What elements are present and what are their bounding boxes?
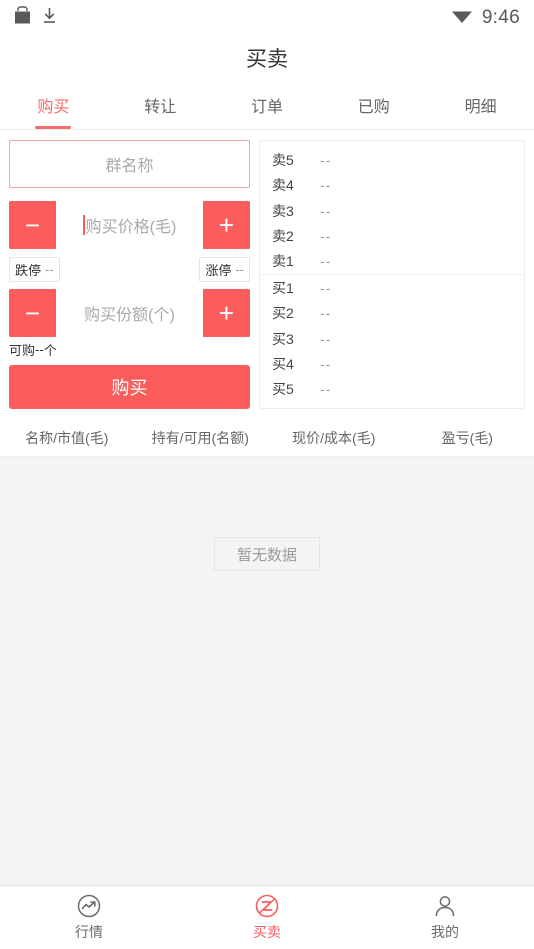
status-bar-left-icons [14,6,57,30]
trade-z-icon [254,893,280,919]
tab-purchased[interactable]: 已购 [320,80,427,129]
empty-state-label: 暂无数据 [213,537,320,571]
tab-purchased-label: 已购 [357,98,390,116]
order-book-row-value: -- [320,279,332,296]
price-decrement-button[interactable]: − [9,201,56,249]
available-unit: 个 [43,342,57,358]
order-book-row[interactable]: 买1 -- [260,275,524,300]
nav-item-market-label: 行情 [75,924,103,940]
shopping-bag-icon [14,6,31,30]
order-book-row[interactable]: 买3 -- [260,326,524,351]
order-book-row-label: 卖4 [272,177,294,194]
tab-buy-label: 购买 [37,98,70,116]
buy-submit-button[interactable]: 购买 [9,365,250,409]
text-caret [82,215,85,235]
order-book-row-label: 卖2 [272,227,294,244]
person-icon [432,893,458,919]
order-book-row-value: -- [320,381,332,398]
app-screen: 9:46 买卖 购买 转让 订单 已购 明细 群名称 − 购买价格(毛) + 跌… [0,0,534,949]
tab-transfer[interactable]: 转让 [107,80,214,129]
up-limit-value: -- [235,261,244,277]
order-book: 卖5 -- 卖4 -- 卖3 -- 卖2 -- 卖1 -- 买1 -- 买2 -… [259,140,525,409]
order-book-row-value: -- [320,227,332,244]
tab-active-underline [35,126,72,129]
order-book-row-value: -- [320,330,332,347]
column-header-held-available: 持有/可用(名额) [151,429,249,446]
order-book-row-value: -- [320,305,332,322]
column-header-price-cost: 现价/成本(毛) [292,429,376,446]
shares-input[interactable]: 购买份额(个) [56,289,203,337]
nav-item-profile-label: 我的 [431,924,459,940]
order-book-row-label: 卖5 [272,151,294,168]
order-book-row-label: 买5 [272,381,294,398]
order-book-row[interactable]: 买4 -- [260,351,524,376]
order-book-row-value: -- [320,177,332,194]
tab-details[interactable]: 明细 [427,80,534,129]
status-bar: 9:46 [0,0,534,36]
trade-form: 群名称 − 购买价格(毛) + 跌停 -- 涨停 -- − 购买份额(个) + … [9,140,250,409]
price-stepper: − 购买价格(毛) + [9,201,250,249]
shares-increment-button[interactable]: + [203,289,250,337]
holdings-table-header: 名称/市值(毛) 持有/可用(名额) 现价/成本(毛) 盈亏(毛) [0,419,534,457]
shares-decrement-button[interactable]: − [9,289,56,337]
nav-item-market[interactable]: 行情 [0,886,178,949]
order-book-row-label: 买1 [272,279,294,296]
up-limit-chip[interactable]: 涨停 -- [199,256,250,282]
group-name-input[interactable]: 群名称 [9,140,250,188]
order-book-row[interactable]: 买2 -- [260,300,524,325]
order-book-row-label: 买2 [272,305,294,322]
order-book-row-value: -- [320,202,332,219]
order-book-panel: 卖5 -- 卖4 -- 卖3 -- 卖2 -- 卖1 -- 买1 -- 买2 -… [259,140,525,409]
down-limit-label: 跌停 [15,262,42,278]
order-book-row[interactable]: 卖2 -- [260,223,524,248]
tab-orders-label: 订单 [250,98,283,116]
available-value: -- [35,341,44,357]
order-book-row[interactable]: 卖5 -- [260,147,524,172]
wifi-icon [451,8,473,29]
order-book-row-label: 卖1 [272,253,294,270]
order-book-row-label: 卖3 [272,202,294,219]
order-book-row[interactable]: 卖1 -- [260,249,524,276]
status-bar-clock: 9:46 [481,7,520,28]
group-name-placeholder: 群名称 [105,158,154,175]
price-limit-row: 跌停 -- 涨停 -- [9,253,250,285]
market-trend-icon [76,893,102,919]
up-limit-label: 涨停 [205,262,232,278]
tab-buy[interactable]: 购买 [0,80,107,129]
order-book-row[interactable]: 卖3 -- [260,198,524,223]
shares-stepper: − 购买份额(个) + [9,289,250,337]
order-book-row-label: 买4 [272,355,294,372]
order-book-row-value: -- [320,253,332,270]
tab-details-label: 明细 [464,98,497,116]
price-placeholder: 购买价格(毛) [85,219,177,236]
order-book-row-label: 买3 [272,330,294,347]
column-header-profit-loss: 盈亏(毛) [441,429,493,446]
bottom-navigation: 行情 买卖 我的 [0,885,534,949]
order-book-row-value: -- [320,151,332,168]
price-increment-button[interactable]: + [203,201,250,249]
available-label: 可购 [9,342,36,358]
trade-panel: 群名称 − 购买价格(毛) + 跌停 -- 涨停 -- − 购买份额(个) + … [0,130,534,419]
tab-bar: 购买 转让 订单 已购 明细 [0,80,534,130]
nav-item-trade[interactable]: 买卖 [178,886,356,949]
down-limit-chip[interactable]: 跌停 -- [9,256,60,282]
holdings-table-body: 暂无数据 [0,457,534,885]
page-title-bar: 买卖 [0,36,534,80]
price-input[interactable]: 购买价格(毛) [56,201,203,249]
down-limit-value: -- [45,261,54,277]
shares-placeholder: 购买份额(个) [84,307,175,324]
nav-item-profile[interactable]: 我的 [356,886,534,949]
order-book-row[interactable]: 卖4 -- [260,172,524,197]
status-bar-right: 9:46 [451,7,520,29]
available-quantity-row: 可购 -- 个 [9,337,250,361]
column-header-name-value: 名称/市值(毛) [25,429,109,446]
page-title: 买卖 [246,48,288,71]
download-icon [42,7,57,30]
order-book-row[interactable]: 买5 -- [260,377,524,402]
nav-item-trade-label: 买卖 [253,924,281,940]
tab-transfer-label: 转让 [144,98,177,116]
order-book-row-value: -- [320,355,332,372]
tab-orders[interactable]: 订单 [214,80,321,129]
